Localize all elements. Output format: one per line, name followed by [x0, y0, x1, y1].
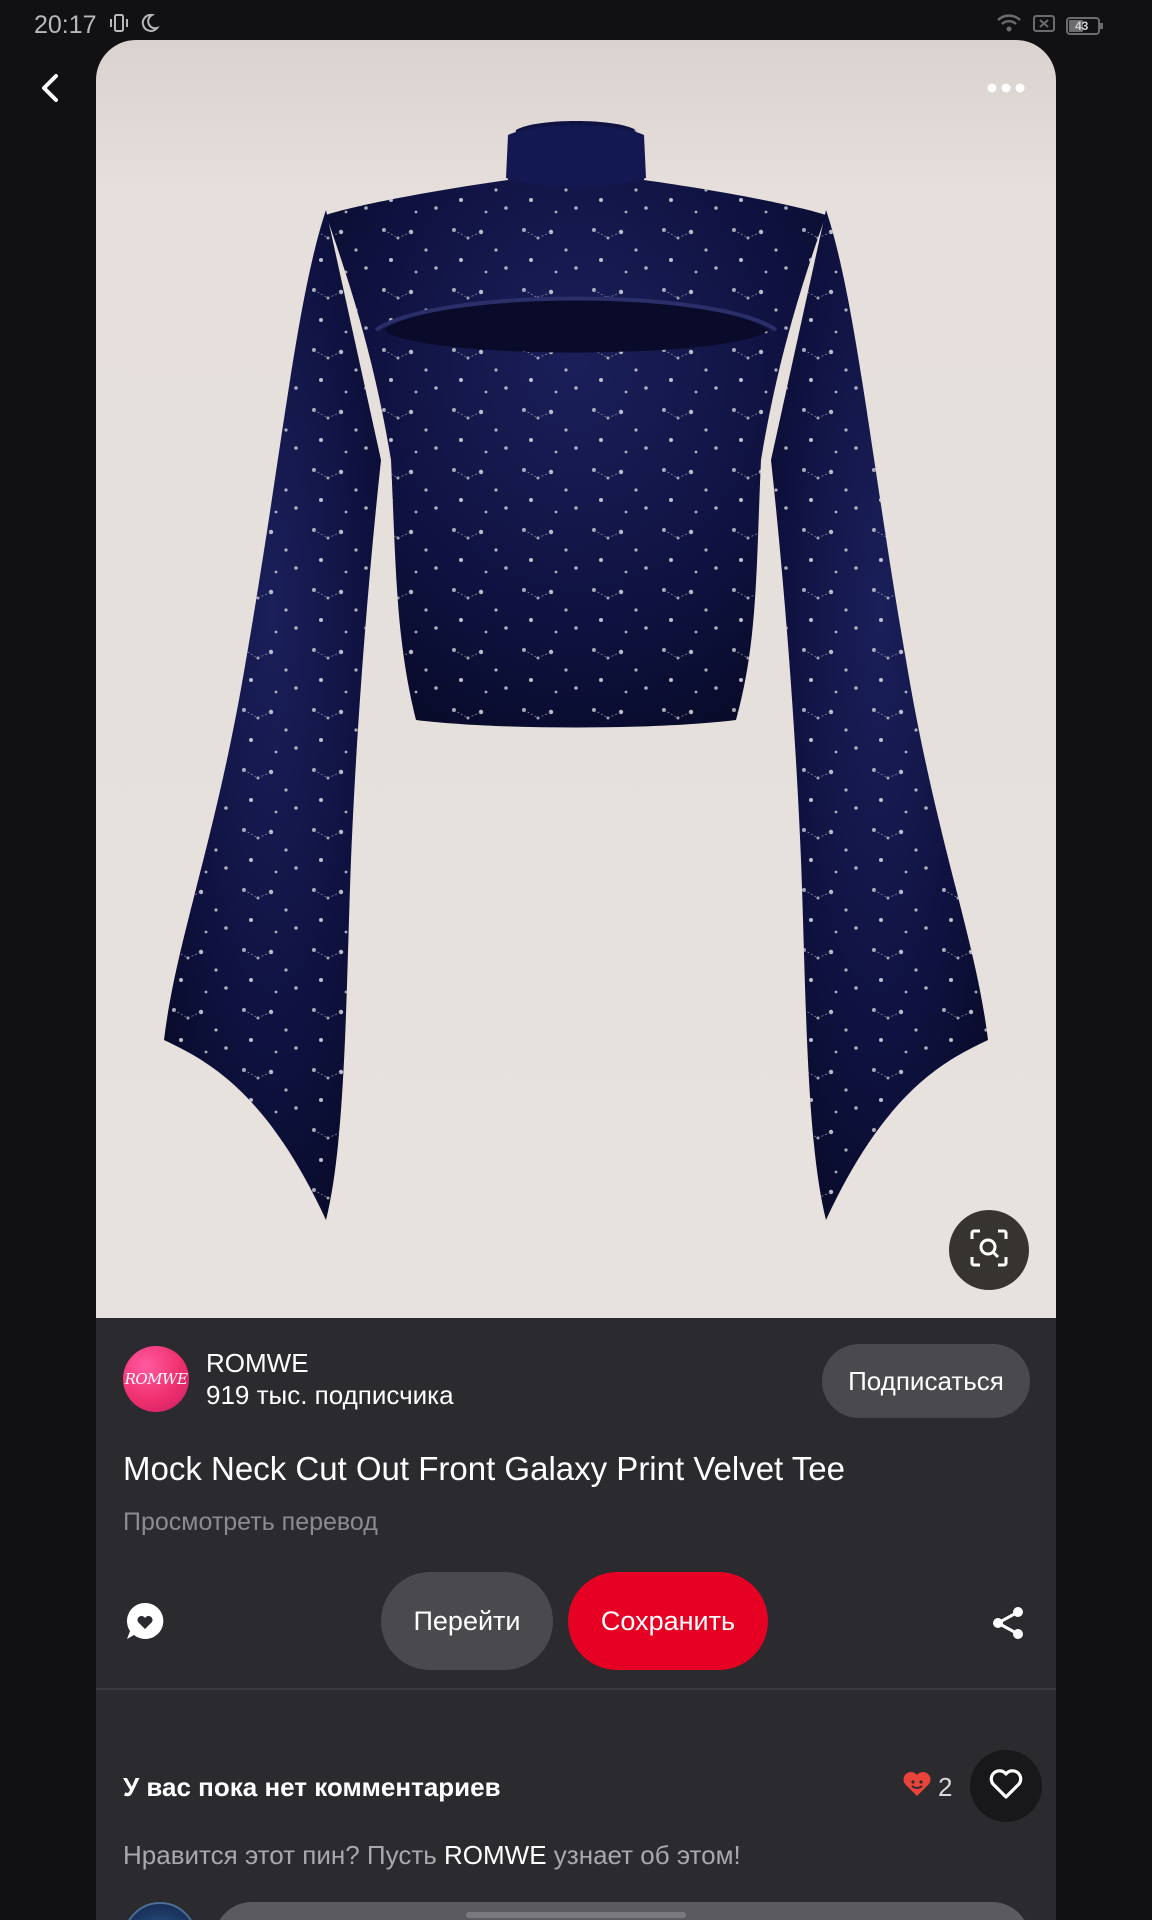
pin-title: Mock Neck Cut Out Front Galaxy Print Vel… [123, 1450, 846, 1487]
pin-card: ROMWE ROMWE 919 тыс. подписчика Подписат… [96, 40, 1056, 1920]
galaxy-top-illustration [164, 121, 988, 1220]
status-time: 20:17 [34, 11, 97, 39]
battery-icon: 43 [1066, 16, 1104, 36]
comment-bubble-icon [123, 1599, 167, 1648]
visual-search-button[interactable] [949, 1210, 1029, 1290]
more-options-button[interactable] [980, 70, 1032, 110]
moon-icon [138, 12, 160, 39]
creator-avatar-text: ROMWE [124, 1370, 188, 1388]
visit-button[interactable]: Перейти [381, 1572, 553, 1670]
no-comments-title: У вас пока нет комментариев [123, 1772, 501, 1802]
home-indicator [466, 1912, 686, 1918]
reaction-count-value: 2 [938, 1772, 953, 1802]
comment-hint: Нравится этот пин? Пусть ROMWE узнает об… [123, 1840, 741, 1871]
vibrate-icon [108, 12, 130, 39]
creator-avatar[interactable]: ROMWE [123, 1346, 189, 1412]
pin-image[interactable] [96, 40, 1056, 1318]
battery-level: 43 [1075, 18, 1089, 33]
heart-outline-icon [988, 1767, 1024, 1806]
heart-smile-icon [902, 1770, 932, 1805]
share-button[interactable] [983, 1600, 1033, 1650]
creator-name[interactable]: ROMWE [206, 1348, 309, 1379]
hint-brand: ROMWE [444, 1840, 547, 1870]
save-button[interactable]: Сохранить [568, 1572, 768, 1670]
chevron-left-icon [37, 73, 63, 108]
user-avatar [123, 1902, 197, 1920]
visual-search-icon [968, 1227, 1010, 1274]
like-button[interactable] [970, 1750, 1042, 1822]
view-translation-link[interactable]: Просмотреть перевод [123, 1508, 378, 1537]
share-icon [990, 1605, 1026, 1646]
wifi-icon [996, 12, 1022, 39]
reaction-count[interactable]: 2 [902, 1770, 952, 1805]
hint-prefix: Нравится этот пин? Пусть [123, 1840, 445, 1870]
back-button[interactable] [28, 68, 72, 112]
status-right-icons: 43 [996, 12, 1104, 39]
more-horizontal-icon [986, 81, 1026, 99]
creator-followers: 919 тыс. подписчика [206, 1380, 454, 1410]
comment-button[interactable] [118, 1596, 172, 1650]
screen: 20:17 43 ROMWE ROMWE 919 тыс. подписчика… [0, 0, 1152, 1920]
no-sim-icon [1032, 12, 1056, 39]
hint-suffix: узнает об этом! [546, 1840, 741, 1870]
divider [96, 1688, 1056, 1690]
follow-button[interactable]: Подписаться [822, 1344, 1030, 1418]
status-left-icons [108, 12, 160, 39]
